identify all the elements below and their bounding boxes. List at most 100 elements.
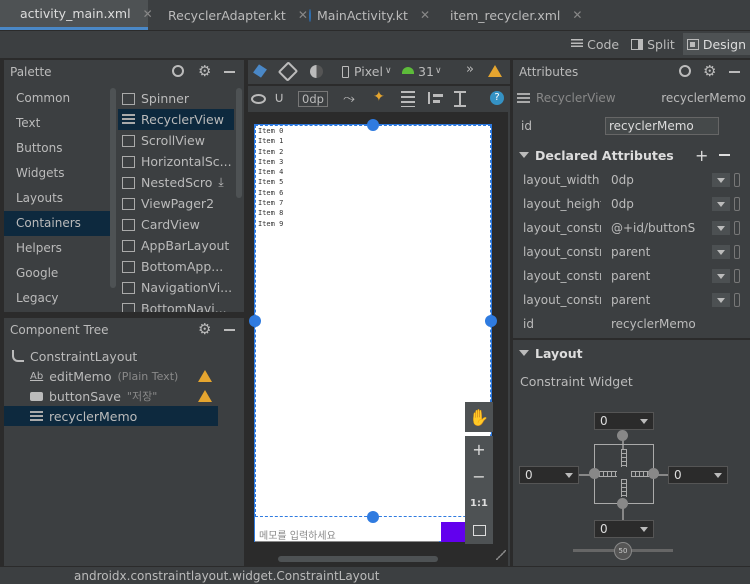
palette-item-appbarlayout[interactable]: AppBarLayout [118,235,234,256]
design-canvas[interactable]: Item 0 Item 1 Item 2 Item 3 Item 4 Item 5 Item… [248,112,508,566]
attribute-value[interactable]: 0dp [601,197,712,211]
overflow-chevron-icon[interactable]: » [466,62,474,77]
zoom-actual-size-button[interactable]: 1:1 [466,493,492,515]
category-widgets[interactable]: Widgets [4,161,116,186]
tab-item-recycler[interactable]: item_recycler.xml ✕ [430,0,582,30]
minimize-icon[interactable] [224,329,235,331]
search-icon[interactable] [172,65,184,77]
attribute-value[interactable]: parent [601,269,712,283]
align-icon[interactable] [428,92,444,104]
api-selector[interactable]: 31 [418,64,434,79]
theme-icon[interactable] [310,65,323,78]
declared-attributes-section[interactable]: Declared Attributes + [513,142,750,168]
palette-item-cardview[interactable]: CardView [118,214,234,235]
edit-memo-preview[interactable]: 메모를 입력하세요 [255,520,439,542]
margin-bottom-dropdown[interactable]: 0 [594,520,654,538]
category-text[interactable]: Text [4,111,116,136]
tree-node-constraintlayout[interactable]: ConstraintLayout [4,346,244,366]
split-mode-button[interactable]: Split [627,33,679,55]
tree-node-editmemo[interactable]: Ab editMemo (Plain Text) [4,366,244,386]
category-buttons[interactable]: Buttons [4,136,116,161]
resource-picker-icon[interactable] [734,197,740,211]
constraint-handle-left[interactable] [249,315,261,327]
dropdown-icon[interactable] [712,269,730,283]
layers-icon[interactable] [253,64,267,78]
layout-section[interactable]: Layout [513,340,750,366]
dropdown-icon[interactable] [712,293,730,307]
palette-item-bottomappbar[interactable]: BottomApp... [118,256,234,277]
category-google[interactable]: Google [4,261,116,286]
search-icon[interactable] [679,65,691,77]
tree-node-buttonsave[interactable]: buttonSave "저장" [4,386,244,406]
remove-icon[interactable] [719,154,730,156]
category-layouts[interactable]: Layouts [4,186,116,211]
zoom-fit-icon[interactable] [466,520,492,542]
design-mode-button[interactable]: Design [682,33,750,55]
resize-grip-icon[interactable] [496,550,506,560]
close-icon[interactable]: ✕ [420,8,430,22]
margin-left-dropdown[interactable]: 0 [519,466,579,484]
pan-hand-icon[interactable]: ✋ [465,402,493,432]
category-helpers[interactable]: Helpers [4,236,116,261]
gear-icon[interactable]: ⚙ [198,320,211,338]
dropdown-icon[interactable] [712,221,730,235]
palette-item-spinner[interactable]: Spinner [118,88,234,109]
download-icon[interactable]: ⤓ [218,175,223,190]
guidelines-icon[interactable] [401,91,415,107]
category-common[interactable]: Common [4,86,116,111]
magnet-icon[interactable]: ∪ [274,90,284,106]
margin-top-dropdown[interactable]: 0 [594,412,654,430]
gear-icon[interactable]: ⚙ [198,62,211,80]
palette-item-viewpager2[interactable]: ViewPager2 [118,193,234,214]
warning-icon[interactable] [198,390,212,402]
attribute-value[interactable]: parent [601,293,712,307]
attribute-value[interactable]: parent [601,245,712,259]
code-mode-button[interactable]: Code [567,33,623,55]
resource-picker-icon[interactable] [734,245,740,259]
constraint-handle-top[interactable] [367,119,379,131]
warning-icon[interactable] [198,370,212,382]
chevron-down-icon[interactable]: ∨ [385,66,392,76]
eye-icon[interactable] [251,94,266,104]
zoom-out-icon[interactable]: − [466,466,492,488]
minimize-icon[interactable] [729,71,740,73]
dropdown-icon[interactable] [712,173,730,187]
palette-item-scrollview[interactable]: ScrollView [118,130,234,151]
resource-picker-icon[interactable] [734,293,740,307]
tab-main-activity[interactable]: MainActivity.kt ✕ [295,0,430,30]
bias-slider-thumb[interactable]: 50 [614,542,632,560]
items-scrollbar[interactable] [236,88,242,198]
resource-picker-icon[interactable] [734,269,740,283]
device-selector[interactable]: Pixel [354,64,383,79]
default-margin-field[interactable]: 0dp [298,91,328,107]
gear-icon[interactable]: ⚙ [703,62,716,80]
constraint-dot[interactable] [617,430,628,441]
minimize-icon[interactable] [224,71,235,73]
dropdown-icon[interactable] [712,245,730,259]
help-icon[interactable]: ? [490,91,504,105]
tab-activity-main[interactable]: activity_main.xml ✕ [0,0,153,30]
tree-node-recyclermemo[interactable]: recyclerMemo [4,406,218,426]
close-icon[interactable]: ✕ [572,8,582,22]
categories-scrollbar[interactable] [110,88,116,288]
palette-item-nestedscrollview[interactable]: NestedScro ⤓ [118,172,234,193]
attribute-value[interactable]: recyclerMemo [601,317,750,331]
id-input[interactable]: recyclerMemo [605,117,719,135]
resource-picker-icon[interactable] [734,221,740,235]
margin-right-dropdown[interactable]: 0 [668,466,728,484]
chevron-down-icon[interactable]: ∨ [435,66,442,76]
dropdown-icon[interactable] [712,197,730,211]
orientation-icon[interactable] [277,61,299,82]
resource-picker-icon[interactable] [734,173,740,187]
clear-constraints-icon[interactable]: ⤳ [343,89,355,107]
palette-item-navigationview[interactable]: NavigationVi... [118,277,234,298]
distribute-icon[interactable] [454,91,466,107]
warning-icon[interactable] [488,65,502,77]
tab-recycler-adapter[interactable]: RecyclerAdapter.kt ✕ [148,0,308,30]
palette-item-recyclerview[interactable]: RecyclerView [118,109,234,130]
attribute-value[interactable]: 0dp [601,173,712,187]
zoom-in-icon[interactable]: + [466,439,492,461]
infer-constraints-icon[interactable]: ✦ [373,89,385,105]
category-legacy[interactable]: Legacy [4,286,116,311]
constraint-handle-bottom[interactable] [367,511,379,523]
